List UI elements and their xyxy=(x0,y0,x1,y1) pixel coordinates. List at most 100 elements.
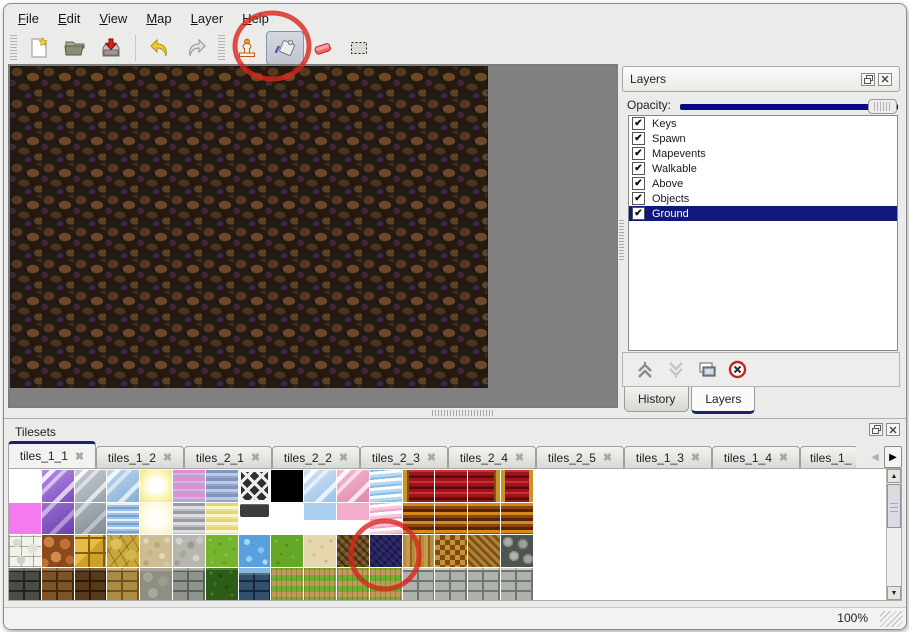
tileset-tab-tiles_2_4[interactable]: tiles_2_4✖ xyxy=(448,446,536,468)
tile-navy[interactable] xyxy=(370,535,402,567)
stamp-tool-button[interactable] xyxy=(230,32,264,64)
tab-close-icon[interactable]: ✖ xyxy=(75,450,84,463)
tile-glass-purple[interactable] xyxy=(42,470,74,502)
tab-close-icon[interactable]: ✖ xyxy=(779,451,788,464)
layer-row-above[interactable]: ✔Above xyxy=(629,176,897,191)
scroll-tabs-right-button[interactable]: ▶ xyxy=(884,446,902,468)
layer-row-objects[interactable]: ✔Objects xyxy=(629,191,897,206)
toolbar-grip[interactable] xyxy=(10,35,17,61)
menu-view[interactable]: View xyxy=(91,8,135,29)
tile-brick-tan[interactable] xyxy=(107,568,139,600)
layer-visibility-checkbox[interactable]: ✔ xyxy=(632,132,645,145)
map-canvas[interactable] xyxy=(10,66,488,388)
tab-close-icon[interactable]: ✖ xyxy=(603,451,612,464)
tile-stripe-yellow[interactable] xyxy=(206,503,238,535)
open-map-button[interactable] xyxy=(58,32,92,64)
menu-edit[interactable]: Edit xyxy=(50,8,88,29)
scrollbar-up-button[interactable]: ▲ xyxy=(887,469,901,483)
tileset-tab-tiles_1_4[interactable]: tiles_1_4✖ xyxy=(712,446,800,468)
tile-black[interactable] xyxy=(271,470,303,502)
dock-tab-layers[interactable]: Layers xyxy=(691,387,755,414)
tileset-tab-tiles_2_2[interactable]: tiles_2_2✖ xyxy=(272,446,360,468)
layer-visibility-checkbox[interactable]: ✔ xyxy=(632,162,645,175)
dock-tab-history[interactable]: History xyxy=(624,387,689,412)
tile-brick-gray2[interactable] xyxy=(468,568,500,600)
tab-close-icon[interactable]: ✖ xyxy=(427,451,436,464)
duplicate-layer-icon[interactable] xyxy=(697,361,717,379)
tile-brick-dark[interactable] xyxy=(9,568,41,600)
layer-visibility-checkbox[interactable]: ✔ xyxy=(632,117,645,130)
layer-visibility-checkbox[interactable]: ✔ xyxy=(632,147,645,160)
tile-glass-pink[interactable] xyxy=(337,470,369,502)
tile-stripe-blue[interactable] xyxy=(206,470,238,502)
tile-pink-short[interactable] xyxy=(337,503,369,535)
tab-close-icon[interactable]: ✖ xyxy=(251,451,260,464)
layer-row-mapevents[interactable]: ✔Mapevents xyxy=(629,146,897,161)
tile-curtain-red-r[interactable] xyxy=(468,470,500,502)
tile-stone-white[interactable] xyxy=(9,535,41,567)
tile-ribbon-blue[interactable] xyxy=(370,470,402,502)
tile-stripe-orange[interactable] xyxy=(403,503,435,535)
tilesets-float-button[interactable] xyxy=(869,423,883,436)
tile-glow-yellow[interactable] xyxy=(140,470,172,502)
tile-stripe-orange[interactable] xyxy=(501,503,533,535)
layers-float-button[interactable] xyxy=(861,73,875,86)
redo-button[interactable] xyxy=(179,32,213,64)
menu-help[interactable]: Help xyxy=(234,8,277,29)
tileset-tab-tiles_1_1[interactable]: tiles_1_1✖ xyxy=(8,441,96,468)
vertical-splitter[interactable] xyxy=(619,220,624,260)
tileset-tab-tiles_1_2[interactable]: tiles_1_2✖ xyxy=(96,446,184,468)
tile-brick-gray2[interactable] xyxy=(403,568,435,600)
tile-curtain-red-l[interactable] xyxy=(403,470,435,502)
tile-brick-dbrown[interactable] xyxy=(75,568,107,600)
select-tool-button[interactable] xyxy=(342,32,376,64)
save-map-button[interactable] xyxy=(94,32,128,64)
resize-grip[interactable] xyxy=(880,611,903,627)
tile-brick-blue[interactable] xyxy=(239,568,271,600)
scrollbar-thumb[interactable] xyxy=(887,484,901,528)
tile-glass-gray[interactable] xyxy=(75,470,107,502)
tile-water[interactable] xyxy=(239,535,271,567)
tile-pebble-beige[interactable] xyxy=(140,535,172,567)
tile-cobble-orange[interactable] xyxy=(42,535,74,567)
tile-glow-pale[interactable] xyxy=(140,503,172,535)
horizontal-splitter[interactable] xyxy=(432,410,494,416)
tile-pebble-gray[interactable] xyxy=(173,535,205,567)
tile-curtain-red-lr[interactable] xyxy=(501,470,533,502)
tile-brick-brown[interactable] xyxy=(42,568,74,600)
tile-plaque[interactable] xyxy=(239,503,271,535)
layers-close-button[interactable] xyxy=(878,73,892,86)
tile-water-shimmer[interactable] xyxy=(107,503,139,535)
tile-basket[interactable] xyxy=(435,535,467,567)
tile-lattice[interactable] xyxy=(239,470,271,502)
opacity-slider[interactable] xyxy=(680,104,898,110)
layer-row-ground[interactable]: ✔Ground xyxy=(629,206,897,221)
layer-row-keys[interactable]: ✔Keys xyxy=(629,116,897,131)
tile-stone-gray[interactable] xyxy=(140,568,172,600)
delete-layer-icon[interactable] xyxy=(728,360,747,379)
tile-stripe-pink[interactable] xyxy=(173,470,205,502)
tileset-tab-tiles_2_3[interactable]: tiles_2_3✖ xyxy=(360,446,448,468)
tile-grass-dirt[interactable] xyxy=(271,568,303,600)
tile-grass-dirt[interactable] xyxy=(370,568,402,600)
tileset-tab-tiles_1[interactable]: tiles_1_ xyxy=(800,446,856,468)
tile-logs[interactable] xyxy=(501,535,533,567)
menu-layer[interactable]: Layer xyxy=(183,8,232,29)
eraser-tool-button[interactable] xyxy=(306,32,340,64)
tile-glass-blue[interactable] xyxy=(107,470,139,502)
move-layer-down-icon[interactable] xyxy=(666,361,686,379)
tab-close-icon[interactable]: ✖ xyxy=(691,451,700,464)
menu-file[interactable]: File xyxy=(10,8,47,29)
tab-close-icon[interactable]: ✖ xyxy=(515,451,524,464)
layer-visibility-checkbox[interactable]: ✔ xyxy=(632,177,645,190)
tile-grass[interactable] xyxy=(206,535,238,567)
tile-planks[interactable] xyxy=(403,535,435,567)
tab-close-icon[interactable]: ✖ xyxy=(163,451,172,464)
opacity-slider-handle[interactable] xyxy=(868,99,897,114)
tile-sand[interactable] xyxy=(304,535,336,567)
layer-row-walkable[interactable]: ✔Walkable xyxy=(629,161,897,176)
scroll-tabs-left-button[interactable]: ◀ xyxy=(866,446,884,468)
tile-ribbon-pink[interactable] xyxy=(370,503,402,535)
tile-stripe-gray[interactable] xyxy=(173,503,205,535)
move-layer-up-icon[interactable] xyxy=(635,361,655,379)
